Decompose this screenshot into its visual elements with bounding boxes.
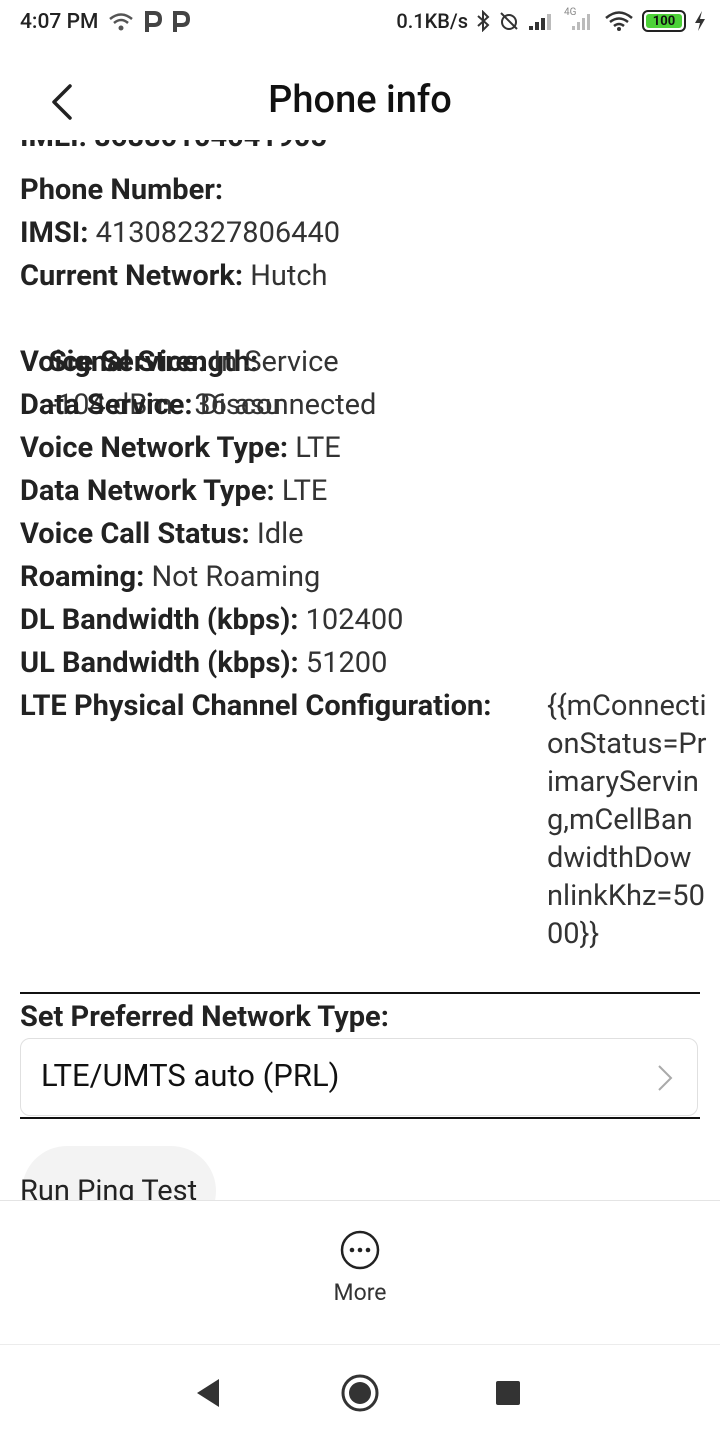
wifi-icon [605, 11, 633, 31]
app-header: Phone info [0, 60, 720, 144]
phone-number-label: Phone Number: [20, 173, 224, 207]
more-button[interactable]: More [310, 1229, 410, 1319]
imsi-value: 413082327806440 [95, 216, 341, 250]
dl-bandwidth-row: DL Bandwidth (kbps): 102400 [20, 599, 403, 642]
status-bar-right: 0.1KB/s 4G 100 [396, 7, 706, 33]
status-time: 4:07 PM [20, 10, 99, 34]
signal-4g-icon: 4G [562, 7, 596, 32]
voice-call-status-row: Voice Call Status: Idle [20, 513, 304, 556]
data-service-value: Disconnected [199, 388, 377, 422]
phone-info-content[interactable]: IMEI: 86880104041905 Phone Number: IMSI:… [0, 140, 720, 1200]
parking-p-icon [145, 11, 163, 32]
imsi-row: IMSI: 413082327806440 [20, 212, 340, 255]
dl-bandwidth-label: DL Bandwidth (kbps): [20, 603, 299, 637]
nav-back-button[interactable] [193, 1377, 225, 1409]
nav-home-button[interactable] [340, 1373, 380, 1413]
phone-number-row: Phone Number: [20, 169, 223, 212]
battery-level: 100 [652, 13, 676, 29]
divider-2 [20, 1117, 700, 1119]
more-label: More [333, 1279, 387, 1306]
status-bar: 4:07 PM 0.1KB/s 4G 100 [0, 0, 720, 48]
bluetooth-icon [477, 10, 490, 32]
data-service-row: Data Service: Disconnected [20, 384, 376, 427]
dl-bandwidth-value: 102400 [305, 603, 404, 637]
ul-bandwidth-value: 51200 [305, 646, 388, 680]
lte-config-label: LTE Physical Channel Configuration: [20, 689, 492, 723]
parking-p-icon-2 [173, 11, 191, 32]
voice-call-status-value: Idle [256, 517, 304, 551]
bottom-toolbar: More [0, 1200, 720, 1345]
current-network-row: Current Network: Hutch [20, 255, 328, 298]
page-title: Phone info [268, 78, 452, 122]
system-nav-bar [0, 1344, 720, 1441]
voice-network-type-row: Voice Network Type: LTE [20, 427, 341, 470]
voice-service-row: Voice Service: In Service [20, 341, 339, 384]
imei-row-cut: IMEI: 86880104041905 [20, 140, 327, 159]
data-network-type-row: Data Network Type: LTE [20, 470, 327, 513]
data-network-type-label: Data Network Type: [20, 474, 275, 508]
voice-network-type-value: LTE [295, 431, 341, 465]
lte-config-value: {{mConnectionStatus=PrimaryServing,mCell… [547, 689, 707, 951]
alarm-off-icon [500, 12, 518, 30]
status-bar-left: 4:07 PM [20, 10, 191, 34]
current-network-value: Hutch [250, 259, 328, 293]
data-service-label: Data Service: [20, 388, 193, 422]
charging-bolt-icon [695, 11, 705, 31]
imei-text: IMEI: 86880104041905 [20, 140, 327, 154]
voice-service-value: In Service [213, 345, 339, 379]
data-network-type-value: LTE [281, 474, 328, 508]
roaming-value: Not Roaming [151, 560, 321, 594]
network-speed: 0.1KB/s [396, 9, 468, 33]
roaming-row: Roaming: Not Roaming [20, 556, 320, 599]
ul-bandwidth-row: UL Bandwidth (kbps): 51200 [20, 642, 387, 685]
preferred-network-value: LTE/UMTS auto (PRL) [41, 1057, 340, 1094]
voice-service-label: Voice Service: [20, 345, 207, 379]
ul-bandwidth-label: UL Bandwidth (kbps): [20, 646, 299, 680]
battery-icon: 100 [642, 10, 686, 32]
preferred-network-label: Set Preferred Network Type: [20, 1000, 389, 1034]
signal-icon [529, 14, 551, 30]
chevron-right-icon [658, 1065, 673, 1091]
roaming-label: Roaming: [20, 560, 145, 594]
run-ping-test-label: Run Ping Test [20, 1174, 198, 1200]
preferred-network-select[interactable]: LTE/UMTS auto (PRL) [20, 1038, 698, 1116]
nav-recents-button[interactable] [496, 1381, 520, 1405]
voice-call-status-label: Voice Call Status: [20, 517, 250, 551]
voice-network-type-label: Voice Network Type: [20, 431, 289, 465]
current-network-label: Current Network: [20, 259, 244, 293]
wifi-hotspot-icon [109, 13, 134, 31]
imsi-label: IMSI: [20, 216, 89, 250]
more-dots-icon [340, 1230, 380, 1270]
divider [20, 992, 700, 994]
